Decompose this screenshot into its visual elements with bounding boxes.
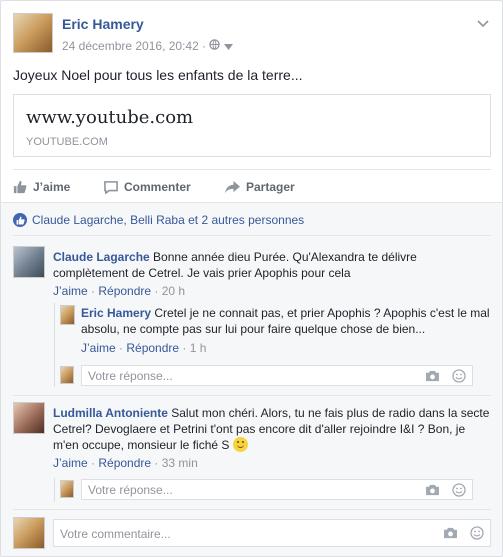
dot-separator: · — [179, 341, 190, 355]
comment-actions: J’aime · Répondre · 20 h — [53, 283, 185, 299]
like-label: J’aime — [33, 180, 71, 194]
like-reaction-icon — [13, 213, 27, 227]
comment: Claude Lagarche Bonne année dieu Purée. … — [13, 246, 493, 298]
comment-input-icons — [443, 526, 484, 543]
camera-icon[interactable] — [425, 484, 440, 499]
reply-input-icons — [425, 483, 466, 500]
reply-author[interactable]: Eric Hamery — [81, 306, 151, 320]
smile-emoji-icon — [232, 437, 248, 452]
like-button[interactable]: J’aime — [13, 178, 70, 196]
current-user-avatar — [60, 480, 74, 498]
share-label: Partager — [246, 180, 295, 194]
post-card: Eric Hamery 24 décembre 2016, 20:42 · Jo… — [0, 0, 503, 557]
post-author-name[interactable]: Eric Hamery — [62, 16, 144, 32]
speech-bubble-icon — [104, 180, 118, 194]
reply-reply-link[interactable]: Répondre — [126, 341, 179, 355]
dot-separator: · — [115, 341, 127, 355]
reply-input-icons — [425, 369, 466, 386]
link-preview-title[interactable]: www.youtube.com — [26, 107, 193, 128]
comment-input-placeholder: Votre commentaire... — [60, 527, 171, 541]
current-user-avatar — [13, 517, 45, 549]
dot-separator: · — [151, 284, 162, 298]
meta-separator: · — [202, 38, 207, 53]
comment-like-link[interactable]: J’aime — [53, 456, 88, 470]
post-text: Joyeux Noel pour tous les enfants de la … — [13, 67, 303, 83]
reply-body: Eric Hamery Cretel je ne connait pas, et… — [81, 305, 491, 337]
comment: Ludmilla Antoniente Salut mon chéri. Alo… — [13, 402, 493, 472]
commenter-avatar[interactable] — [13, 402, 45, 434]
author-avatar[interactable] — [13, 13, 53, 53]
comment-like-link[interactable]: J’aime — [53, 284, 88, 298]
dot-separator: · — [87, 284, 99, 298]
smiley-icon[interactable] — [452, 369, 466, 386]
reactions-text[interactable]: Claude Lagarche, Belli Raba et 2 autres … — [32, 213, 304, 227]
camera-icon[interactable] — [443, 527, 458, 542]
comment-reply-link[interactable]: Répondre — [98, 456, 151, 470]
comment-reply-link[interactable]: Répondre — [98, 284, 151, 298]
post-date[interactable]: 24 décembre 2016, 20:42 — [62, 39, 199, 53]
comment-body: Ludmilla Antoniente Salut mon chéri. Alo… — [53, 405, 493, 453]
reply-thread-line — [54, 478, 55, 502]
share-arrow-icon — [225, 180, 240, 194]
reactions-summary[interactable]: Claude Lagarche, Belli Raba et 2 autres … — [13, 213, 304, 227]
link-preview-domain: YOUTUBE.COM — [26, 136, 108, 148]
comment-time[interactable]: 33 min — [162, 456, 198, 470]
dot-separator: · — [151, 456, 162, 470]
share-button[interactable]: Partager — [225, 178, 295, 196]
comment-author[interactable]: Ludmilla Antoniente — [53, 406, 168, 420]
comment-button[interactable]: Commenter — [104, 178, 191, 196]
dot-separator: · — [87, 456, 99, 470]
smiley-icon[interactable] — [452, 483, 466, 500]
comment-author[interactable]: Claude Lagarche — [53, 250, 150, 264]
comment-label: Commenter — [124, 180, 191, 194]
post-header: Eric Hamery 24 décembre 2016, 20:42 · — [13, 13, 493, 57]
reply-like-link[interactable]: J’aime — [81, 341, 116, 355]
post-actions: J’aime Commenter Partager — [13, 169, 491, 201]
reply-time[interactable]: 1 h — [190, 341, 207, 355]
reply-input[interactable]: Votre réponse... — [81, 479, 473, 500]
divider — [13, 235, 491, 236]
comment-input[interactable]: Votre commentaire... — [53, 519, 491, 547]
reply: Eric Hamery Cretel je ne connait pas, et… — [54, 303, 494, 355]
thumbs-up-icon — [13, 180, 27, 194]
reply-input-placeholder: Votre réponse... — [88, 483, 173, 497]
commenter-avatar[interactable] — [13, 246, 45, 278]
divider — [13, 395, 491, 396]
globe-icon[interactable] — [209, 39, 221, 53]
comment-time[interactable]: 20 h — [162, 284, 185, 298]
reply-input-placeholder: Votre réponse... — [88, 369, 173, 383]
camera-icon[interactable] — [425, 370, 440, 385]
reply-actions: J’aime · Répondre · 1 h — [81, 340, 206, 356]
chevron-down-icon[interactable] — [477, 15, 489, 31]
current-user-avatar — [60, 366, 74, 384]
audience-dropdown-icon[interactable] — [223, 39, 233, 53]
comment-body: Claude Lagarche Bonne année dieu Purée. … — [53, 249, 493, 281]
divider — [13, 509, 491, 510]
post-meta: 24 décembre 2016, 20:42 · — [62, 38, 233, 53]
comments-area: Claude Lagarche, Belli Raba et 2 autres … — [1, 202, 502, 556]
link-preview[interactable]: www.youtube.com YOUTUBE.COM — [13, 94, 491, 157]
smiley-icon[interactable] — [470, 526, 484, 543]
reply-author-avatar[interactable] — [60, 305, 75, 325]
comment-actions: J’aime · Répondre · 33 min — [53, 455, 198, 471]
reply-input[interactable]: Votre réponse... — [81, 365, 473, 386]
